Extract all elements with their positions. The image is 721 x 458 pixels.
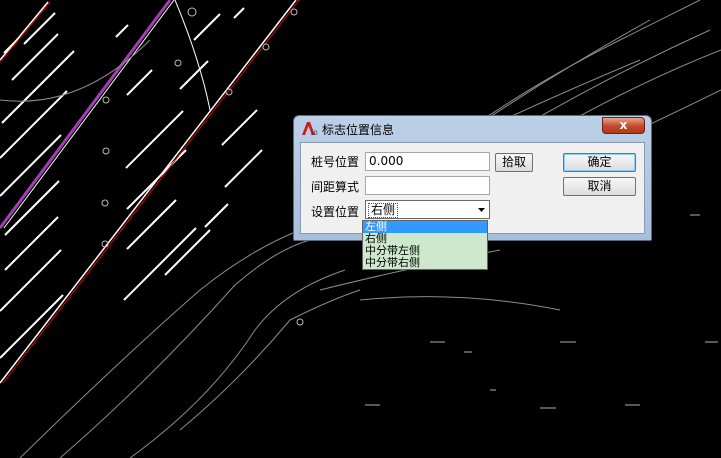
autocad-app-icon: 10 <box>302 122 318 136</box>
dialog-titlebar[interactable]: 10 标志位置信息 x <box>294 116 651 142</box>
station-input[interactable]: 0.000 <box>365 152 490 171</box>
position-label: 设置位置 <box>311 205 360 219</box>
ok-button[interactable]: 确定 <box>563 153 636 172</box>
close-button[interactable]: x <box>602 117 645 134</box>
position-select[interactable]: 右侧 <box>365 200 490 219</box>
cancel-button[interactable]: 取消 <box>563 177 636 196</box>
road-edge-lines <box>0 0 300 384</box>
station-label: 桩号位置 <box>311 155 360 169</box>
road-dash-lines <box>0 7 263 359</box>
position-dropdown-list: 左侧 右侧 中分带左侧 中分带右侧 <box>362 220 488 270</box>
spacing-label: 间距算式 <box>311 180 360 194</box>
position-select-value: 右侧 <box>368 203 399 218</box>
spacing-input[interactable] <box>365 176 490 195</box>
svg-text:10: 10 <box>310 130 318 136</box>
chevron-down-icon[interactable] <box>476 204 487 215</box>
dropdown-option-median-right[interactable]: 中分带右侧 <box>363 257 487 269</box>
pick-button[interactable]: 拾取 <box>495 153 533 172</box>
dialog-title: 标志位置信息 <box>322 123 395 137</box>
